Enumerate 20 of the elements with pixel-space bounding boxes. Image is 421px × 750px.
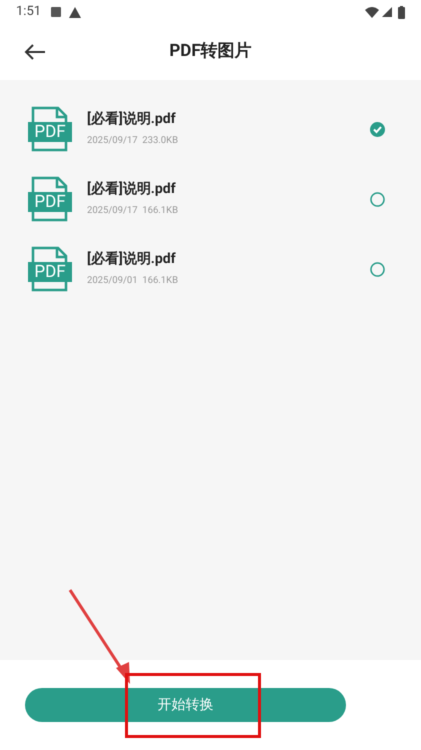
- page-title: PDF转图片: [169, 40, 252, 64]
- file-row[interactable]: PDF [必看]说明.pdf 2025/09/01 166.1KB: [0, 234, 421, 304]
- wifi-icon: [365, 6, 379, 18]
- checked-radio-icon[interactable]: [370, 122, 385, 136]
- file-meta: 2025/09/01 166.1KB: [87, 274, 180, 288]
- radio-icon[interactable]: [370, 192, 385, 206]
- file-name: [必看]说明.pdf: [87, 110, 177, 130]
- notification-icon: [51, 7, 62, 17]
- file-row[interactable]: PDF [必看]说明.pdf 2025/09/17 166.1KB: [0, 164, 421, 234]
- signal-icon: [382, 7, 392, 17]
- file-meta: 2025/09/17 166.1KB: [87, 204, 180, 218]
- back-arrow-icon: [24, 44, 46, 60]
- status-time: 1:51: [16, 3, 42, 22]
- file-name: [必看]说明.pdf: [87, 250, 177, 270]
- battery-icon: [398, 6, 405, 18]
- radio-icon[interactable]: [370, 262, 385, 276]
- file-meta: 2025/09/17 233.0KB: [87, 134, 180, 148]
- warning-icon: [69, 6, 82, 18]
- file-name: [必看]说明.pdf: [87, 180, 177, 200]
- file-row[interactable]: PDF [必看]说明.pdf 2025/09/17 233.0KB: [0, 94, 421, 164]
